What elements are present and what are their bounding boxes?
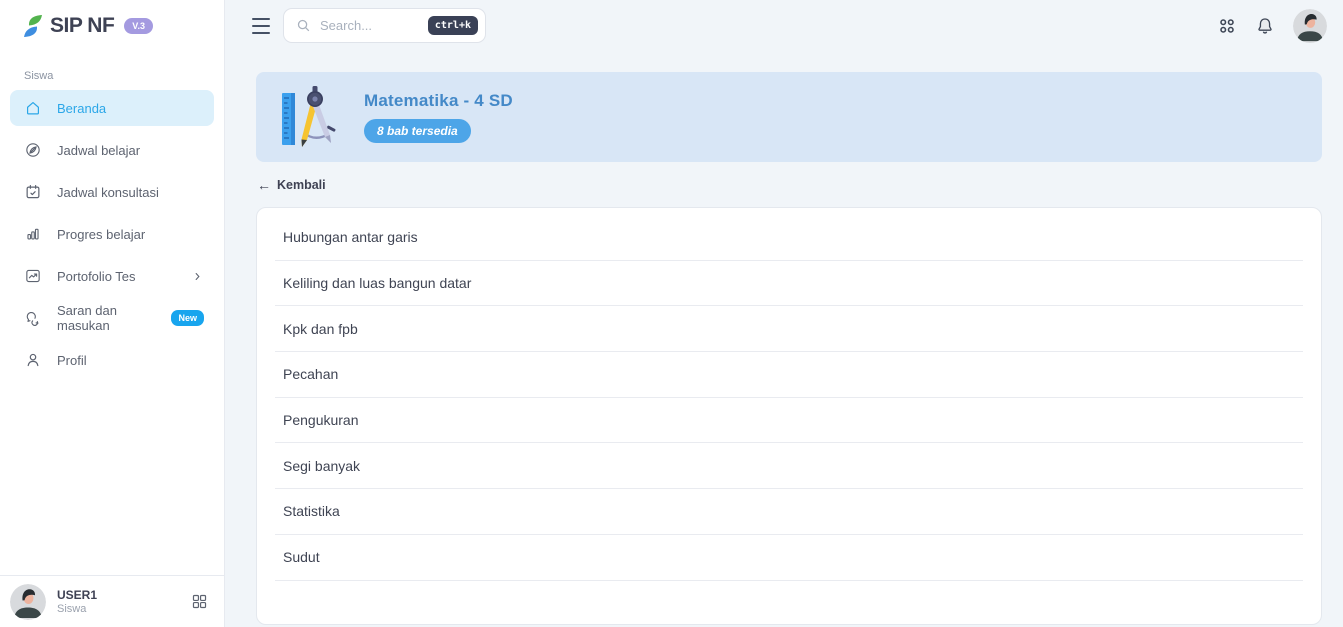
sidebar-item-label: Profil [57, 352, 87, 368]
sidebar-section-label: Siswa [24, 70, 54, 82]
back-arrow-icon: ← [257, 177, 271, 193]
apps-grid-icon[interactable] [1217, 16, 1237, 36]
back-label: Kembali [277, 178, 326, 192]
search-icon [297, 19, 310, 32]
sidebar-item-label: Jadwal belajar [57, 142, 141, 158]
search-input[interactable]: Search... ctrl+k [283, 8, 486, 43]
chapter-label: Sudut [283, 549, 320, 566]
chapter-list-card: Hubungan antar garis Keliling dan luas b… [256, 207, 1322, 625]
menu-hamburger-icon[interactable] [252, 18, 270, 34]
sidebar-item-label: Portofolio Tes [57, 268, 136, 284]
sidebar-item-beranda[interactable]: Beranda [10, 90, 214, 126]
chevron-right-icon [191, 270, 204, 283]
sidebar-item-profil[interactable]: Profil [10, 342, 214, 378]
sidebar-nav: Beranda Jadwal belajar Jadwal konsultasi… [0, 90, 224, 384]
chapter-list-item[interactable]: Kpk dan fpb [275, 306, 1303, 353]
sidebar-item-label: Progres belajar [57, 226, 146, 242]
calendar-check-icon [24, 183, 42, 201]
course-banner-texts: Matematika - 4 SD 8 bab tersedia [364, 91, 513, 143]
user-meta: USER1 Siswa [57, 588, 97, 615]
search-placeholder: Search... [320, 18, 373, 33]
keyboard-shortcut-badge: ctrl+k [427, 16, 478, 35]
leaf-circle-icon [24, 141, 42, 159]
user-avatar [10, 583, 46, 620]
chat-bubbles-icon [24, 309, 42, 327]
user-icon [24, 351, 42, 369]
chapter-list-item[interactable]: Sudut [275, 535, 1303, 581]
chapter-label: Kpk dan fpb [283, 320, 358, 337]
course-banner: Matematika - 4 SD 8 bab tersedia [256, 72, 1322, 162]
user-name: USER1 [57, 588, 98, 602]
user-menu-grid-icon[interactable] [191, 593, 208, 610]
chapter-list-item[interactable]: Statistika [275, 489, 1303, 535]
chapter-count-badge: 8 bab tersedia [364, 119, 471, 143]
topbar-actions [1217, 0, 1327, 52]
user-role: Siswa [57, 603, 87, 615]
sidebar: SIP NF V.3 Siswa Beranda Jadwal belajar … [0, 0, 225, 627]
logo-leaves-icon [24, 15, 42, 37]
sidebar-item-label: Saran dan masukan [57, 303, 117, 333]
sidebar-item-portofolio-tes[interactable]: Portofolio Tes [10, 258, 214, 294]
version-badge: V.3 [124, 18, 153, 34]
app-root: SIP NF V.3 Siswa Beranda Jadwal belajar … [0, 0, 1343, 627]
sidebar-item-jadwal-belajar[interactable]: Jadwal belajar [10, 132, 214, 168]
notifications-bell-icon[interactable] [1255, 16, 1275, 36]
sidebar-item-saran-dan-masukan[interactable]: Saran dan masukan New [10, 300, 214, 336]
course-title: Matematika - 4 SD [364, 91, 513, 110]
chapter-label: Hubungan antar garis [283, 229, 418, 246]
profile-avatar[interactable] [1293, 9, 1327, 43]
chapter-list-item[interactable]: Keliling dan luas bangun datar [275, 261, 1303, 307]
chapter-list-item[interactable]: Segi banyak [275, 443, 1303, 490]
chapter-list-item[interactable]: Pengukuran [275, 398, 1303, 444]
chapter-label: Statistika [283, 503, 340, 520]
math-tools-illustration-icon [282, 86, 336, 147]
app-title: SIP NF [50, 14, 115, 37]
chapter-label: Pecahan [283, 366, 339, 383]
chapter-list-item[interactable]: Hubungan antar garis [275, 215, 1303, 261]
home-icon [24, 99, 42, 117]
new-badge: New [171, 310, 204, 326]
app-logo[interactable]: SIP NF V.3 [0, 0, 224, 38]
chapter-label: Keliling dan luas bangun datar [283, 275, 472, 292]
bar-chart-icon [24, 225, 42, 243]
sidebar-item-jadwal-konsultasi[interactable]: Jadwal konsultasi [10, 174, 214, 210]
sidebar-item-progres-belajar[interactable]: Progres belajar [10, 216, 214, 252]
trend-chart-icon [24, 267, 42, 285]
sidebar-item-label: Jadwal konsultasi [57, 184, 159, 200]
sidebar-user-card[interactable]: USER1 Siswa [0, 575, 224, 627]
chapter-label: Segi banyak [283, 457, 361, 474]
chapter-label: Pengukuran [283, 412, 359, 429]
sidebar-item-label: Beranda [57, 100, 107, 116]
chapter-list-item[interactable]: Pecahan [275, 352, 1303, 398]
back-link[interactable]: ← Kembali [257, 177, 326, 193]
